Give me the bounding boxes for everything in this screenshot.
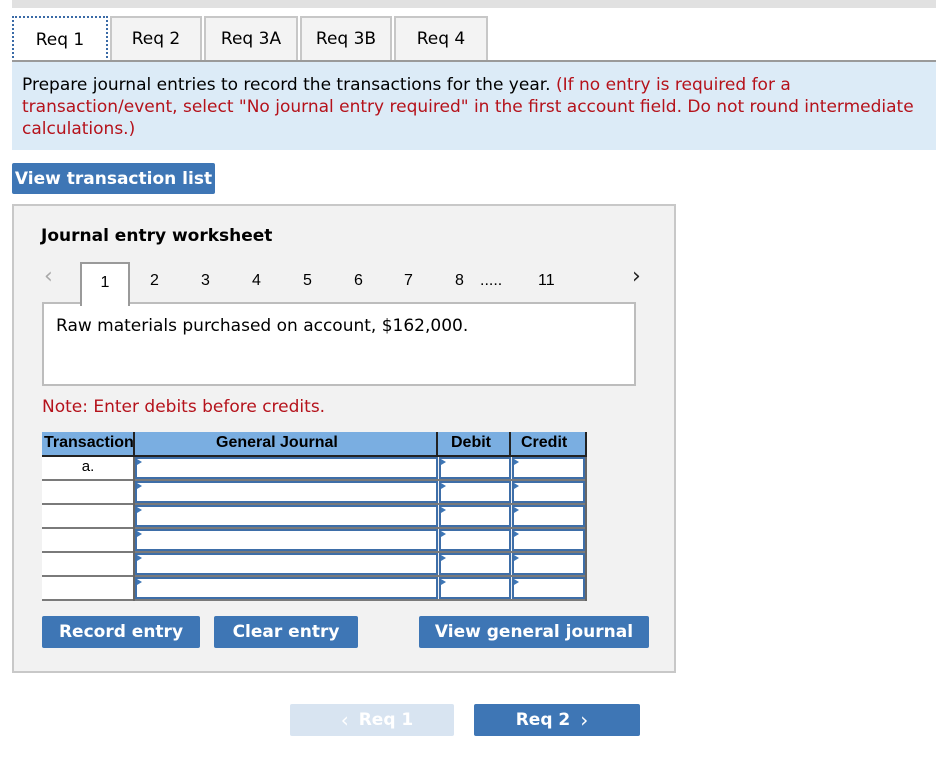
page-4[interactable]: 4	[252, 272, 261, 290]
header-debit: Debit	[451, 434, 491, 451]
page-7[interactable]: 7	[404, 272, 413, 290]
journal-table-header: Transaction General Journal Debit Credit	[42, 432, 587, 457]
debit-input[interactable]	[439, 553, 511, 575]
view-general-journal-button[interactable]: View general journal	[419, 616, 649, 648]
header-separator	[585, 432, 587, 456]
chevron-right-icon: ›	[580, 708, 589, 732]
page-3[interactable]: 3	[201, 272, 210, 290]
worksheet-title: Journal entry worksheet	[41, 226, 273, 246]
instructions-text: Prepare journal entries to record the tr…	[22, 75, 551, 95]
debit-input[interactable]	[439, 457, 511, 479]
chevron-right-icon[interactable]: ›	[632, 264, 641, 289]
credit-input[interactable]	[512, 481, 585, 503]
page-11[interactable]: 11	[538, 272, 555, 290]
column-divider	[133, 457, 135, 601]
header-transaction: Transaction	[44, 434, 134, 451]
page-2[interactable]: 2	[150, 272, 159, 290]
account-input[interactable]	[135, 577, 438, 599]
debit-input[interactable]	[439, 481, 511, 503]
table-row	[42, 481, 587, 505]
previous-requirement-button[interactable]: ‹ Req 1	[290, 704, 454, 736]
chevron-left-icon[interactable]: ‹	[44, 264, 53, 289]
tab-req-1[interactable]: Req 1	[12, 16, 108, 62]
debit-input[interactable]	[439, 577, 511, 599]
previous-requirement-label: Req 1	[358, 710, 414, 730]
credit-input[interactable]	[512, 529, 585, 551]
header-credit: Credit	[521, 434, 568, 451]
transaction-cell	[42, 577, 134, 599]
page-6[interactable]: 6	[354, 272, 363, 290]
transaction-pager: ‹ 1 2 3 4 5 6 7 8 ..... 11 ›	[14, 258, 674, 306]
header-separator	[436, 432, 438, 456]
transaction-cell: a.	[42, 457, 134, 479]
page-ellipsis: .....	[480, 272, 503, 289]
page-5[interactable]: 5	[303, 272, 312, 290]
top-bar	[12, 0, 936, 8]
account-input[interactable]	[135, 505, 438, 527]
requirement-tabs: Req 1 Req 2 Req 3A Req 3B Req 4	[12, 16, 490, 62]
credit-input[interactable]	[512, 505, 585, 527]
transaction-cell	[42, 481, 134, 503]
debit-credit-note: Note: Enter debits before credits.	[42, 397, 326, 417]
transaction-cell	[42, 529, 134, 551]
header-separator	[509, 432, 511, 456]
page-8[interactable]: 8	[455, 272, 464, 290]
row-divider	[42, 599, 587, 601]
table-row	[42, 505, 587, 529]
transaction-cell	[42, 553, 134, 575]
clear-entry-button[interactable]: Clear entry	[214, 616, 358, 648]
credit-input[interactable]	[512, 577, 585, 599]
tab-req-3b[interactable]: Req 3B	[300, 16, 392, 60]
record-entry-button[interactable]: Record entry	[42, 616, 200, 648]
transaction-cell	[42, 505, 134, 527]
account-input[interactable]	[135, 457, 438, 479]
next-requirement-label: Req 2	[515, 710, 571, 730]
journal-entry-worksheet: Journal entry worksheet ‹ 1 2 3 4 5 6 7 …	[12, 204, 676, 673]
tab-req-3a[interactable]: Req 3A	[204, 16, 298, 60]
header-general-journal: General Journal	[216, 434, 338, 451]
header-separator	[133, 432, 135, 456]
credit-input[interactable]	[512, 553, 585, 575]
account-input[interactable]	[135, 529, 438, 551]
column-divider	[585, 457, 587, 601]
tab-req-2[interactable]: Req 2	[110, 16, 202, 60]
account-input[interactable]	[135, 553, 438, 575]
transaction-description: Raw materials purchased on account, $162…	[42, 302, 636, 386]
chevron-left-icon: ‹	[340, 708, 349, 732]
credit-input[interactable]	[512, 457, 585, 479]
table-row	[42, 577, 587, 601]
next-requirement-button[interactable]: Req 2 ›	[474, 704, 640, 736]
page-1-active[interactable]: 1	[80, 262, 130, 306]
instructions-panel: Prepare journal entries to record the tr…	[12, 62, 936, 150]
table-row	[42, 529, 587, 553]
debit-input[interactable]	[439, 529, 511, 551]
table-row: a.	[42, 457, 587, 481]
view-transaction-list-button[interactable]: View transaction list	[12, 163, 215, 194]
table-row	[42, 553, 587, 577]
account-input[interactable]	[135, 481, 438, 503]
debit-input[interactable]	[439, 505, 511, 527]
tab-req-4[interactable]: Req 4	[394, 16, 488, 60]
